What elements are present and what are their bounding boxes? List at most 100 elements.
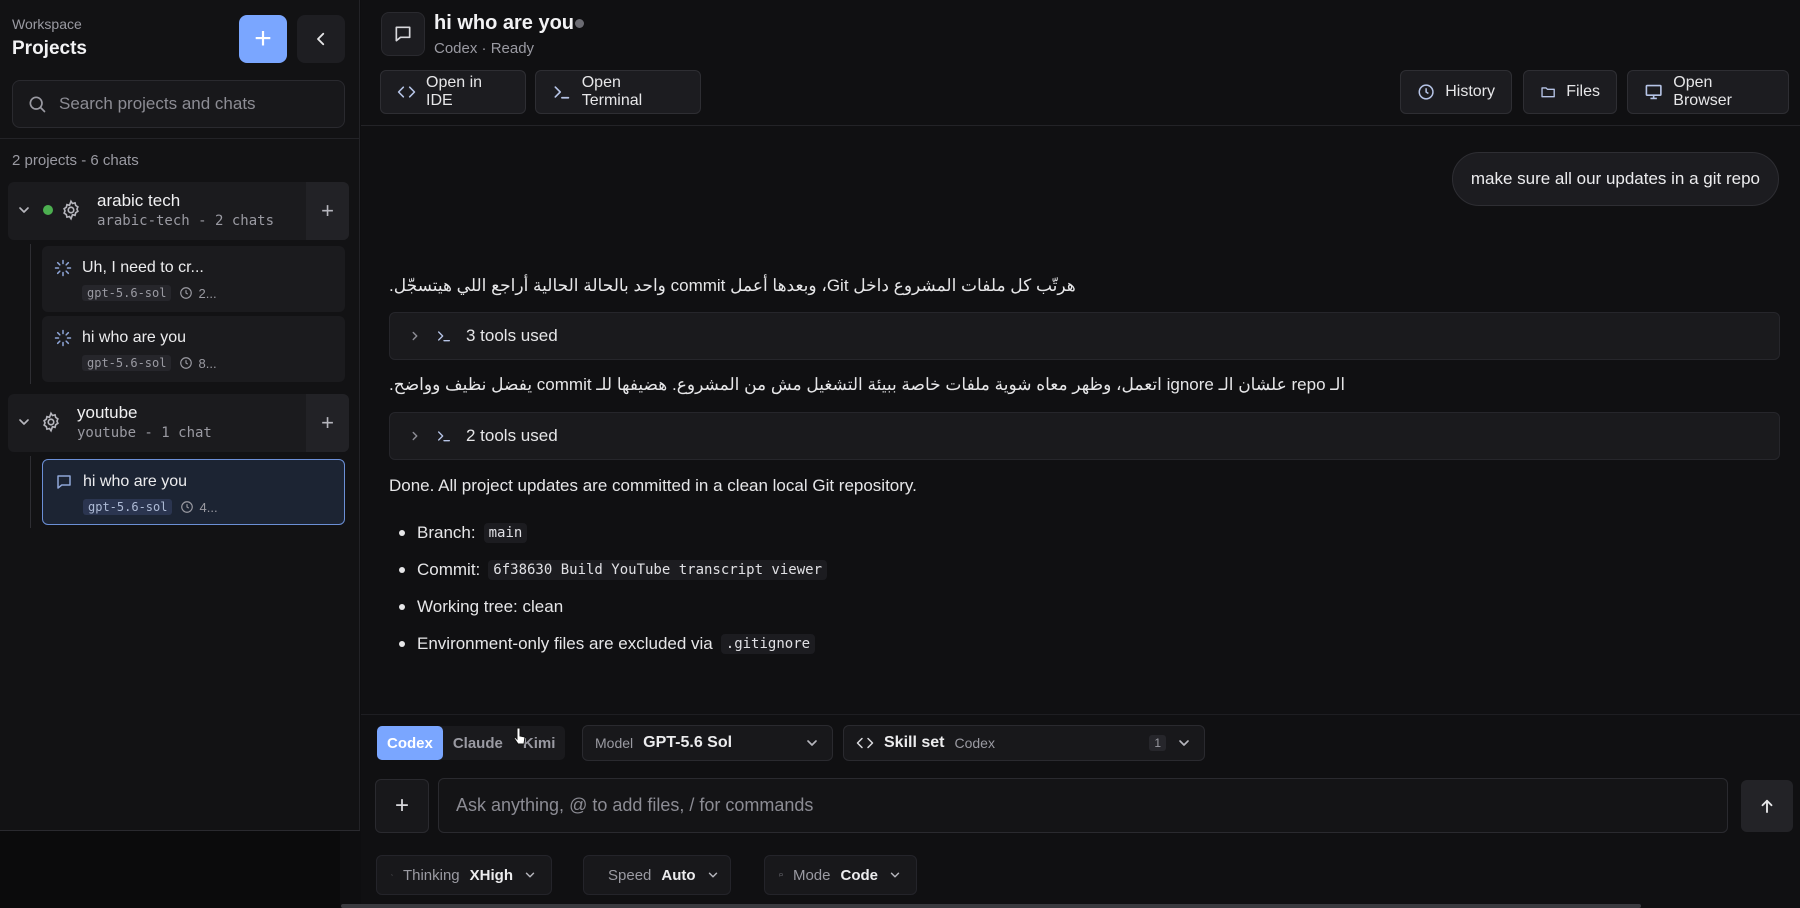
chat-item[interactable]: hi who are you gpt-5.6-sol 8...	[42, 316, 345, 382]
chat-title: Uh, I need to cr...	[82, 259, 204, 276]
model-badge: gpt-5.6-sol	[82, 285, 172, 301]
mode-select[interactable]: Mode Code	[764, 855, 917, 895]
thinking-value: XHigh	[469, 866, 513, 884]
loading-spinner-icon	[54, 329, 72, 352]
chevron-down-icon	[888, 868, 902, 882]
sidebar-title: Projects	[12, 38, 87, 59]
mode-label: Mode	[792, 866, 831, 884]
chat-status: Codex · Ready	[434, 40, 535, 57]
mode-value: Code	[840, 866, 879, 884]
chevron-down-icon	[1176, 735, 1192, 751]
status-dot	[575, 19, 584, 28]
agent-selector: Codex Claude Kimi	[377, 726, 566, 760]
speed-value: Auto	[661, 866, 696, 884]
model-select[interactable]: Model GPT-5.6 Sol	[582, 725, 833, 761]
open-browser-button[interactable]: Open Browser	[1627, 70, 1789, 114]
list-item: Environment-only files are excluded via.…	[389, 625, 827, 662]
chat-bubble-icon	[55, 473, 73, 496]
search-input[interactable]	[59, 94, 319, 114]
model-value: GPT-5.6 Sol	[643, 734, 733, 751]
thinking-select[interactable]: Thinking XHigh	[376, 855, 552, 895]
window-bottom-edge	[341, 904, 1641, 908]
clock-icon	[180, 357, 193, 369]
code-icon	[397, 86, 416, 98]
project-youtube[interactable]: youtube youtube - 1 chat +	[8, 394, 349, 452]
chevron-right-icon	[412, 331, 418, 341]
send-button[interactable]	[1741, 780, 1793, 832]
chat-time: 4...	[180, 500, 218, 515]
chevron-down-icon	[804, 735, 820, 751]
list-item: Branch: main	[389, 514, 827, 551]
chat-item-active[interactable]: hi who are you gpt-5.6-sol 4...	[42, 459, 345, 525]
chevron-down-icon[interactable]	[16, 414, 32, 435]
prompt-box[interactable]	[438, 778, 1728, 833]
skill-count-badge: 1	[1149, 735, 1166, 751]
chat-title: hi who are you	[82, 329, 187, 346]
project-subtitle: youtube - 1 chat	[77, 425, 212, 441]
inline-code: 6f38630 Build YouTube transcript viewer	[488, 559, 828, 580]
tools-used-collapsible[interactable]: 3 tools used	[389, 312, 1780, 360]
thinking-label: Thinking	[402, 866, 460, 884]
chevron-down-icon	[706, 868, 720, 882]
speed-label: Speed	[608, 866, 652, 884]
chat-bubble-icon	[779, 873, 783, 877]
collapse-sidebar-button[interactable]	[297, 15, 345, 63]
composer-divider	[361, 714, 1800, 715]
tree-line	[30, 456, 31, 528]
project-arabic-tech[interactable]: arabic tech arabic-tech - 2 chats +	[8, 182, 349, 240]
history-button[interactable]: History	[1400, 70, 1512, 114]
gear-icon[interactable]	[40, 411, 62, 438]
folder-icon	[1541, 87, 1555, 98]
chevron-down-icon[interactable]	[16, 202, 32, 223]
chat-item[interactable]: Uh, I need to cr... gpt-5.6-sol 2...	[42, 246, 345, 312]
tree-line	[30, 244, 31, 384]
skill-set-select[interactable]: Skill set Codex 1	[843, 725, 1205, 761]
plus-icon: +	[394, 792, 409, 819]
files-button[interactable]: Files	[1523, 70, 1617, 114]
sidebar: Workspace Projects + 2 projects - 6 chat…	[0, 0, 360, 831]
search-box[interactable]	[12, 80, 345, 128]
project-name: arabic tech	[97, 191, 181, 210]
chevron-down-icon	[523, 868, 537, 882]
project-chat-count: 2 projects - 6 chats	[12, 152, 139, 169]
activity-icon	[391, 874, 393, 876]
terminal-icon	[438, 331, 450, 342]
gear-icon[interactable]	[60, 199, 82, 226]
plus-icon: +	[254, 22, 272, 55]
mouse-cursor-icon	[513, 727, 526, 745]
header-divider	[361, 125, 1800, 126]
clock-icon	[180, 287, 193, 299]
attach-button[interactable]: +	[375, 779, 429, 833]
agent-tab-claude[interactable]: Claude	[443, 726, 513, 760]
chat-time: 8...	[179, 356, 217, 371]
chat-bubble-icon	[381, 12, 425, 56]
tools-used-collapsible[interactable]: 2 tools used	[389, 412, 1780, 460]
list-item: Working tree: clean	[389, 588, 827, 625]
assistant-message: الـ repo علشان الـ ignore اتعمل، وظهر مع…	[389, 375, 1346, 394]
terminal-icon	[554, 86, 570, 99]
loading-spinner-icon	[54, 259, 72, 282]
inline-code: .gitignore	[720, 633, 816, 654]
skill-set-label: Skill set	[884, 734, 945, 751]
chat-time: 2...	[179, 286, 217, 301]
model-badge: gpt-5.6-sol	[83, 499, 173, 515]
list-item: Commit: 6f38630 Build YouTube transcript …	[389, 551, 828, 588]
search-icon	[29, 96, 46, 113]
chat-title-heading: hi who are you	[434, 12, 575, 34]
project-name: youtube	[77, 403, 138, 422]
arrow-up-icon	[1761, 799, 1773, 813]
app-window: Workspace Projects + 2 projects - 6 chat…	[0, 0, 1800, 908]
assistant-message: هرتّب كل ملفات المشروع داخل Git، وبعدها …	[389, 276, 1076, 295]
speed-select[interactable]: Speed Auto	[583, 855, 731, 895]
prompt-input[interactable]	[456, 795, 1656, 816]
add-chat-button[interactable]: +	[306, 394, 349, 452]
workspace-label: Workspace	[12, 16, 82, 32]
open-terminal-button[interactable]: Open Terminal	[535, 70, 701, 114]
agent-tab-codex[interactable]: Codex	[377, 726, 443, 760]
user-message: make sure all our updates in a git repo	[1451, 152, 1779, 206]
sidebar-footer	[0, 831, 340, 908]
add-chat-button[interactable]: +	[306, 182, 349, 240]
open-in-ide-button[interactable]: Open in IDE	[380, 70, 526, 114]
clock-icon	[1418, 84, 1434, 100]
new-project-button[interactable]: +	[239, 15, 287, 63]
